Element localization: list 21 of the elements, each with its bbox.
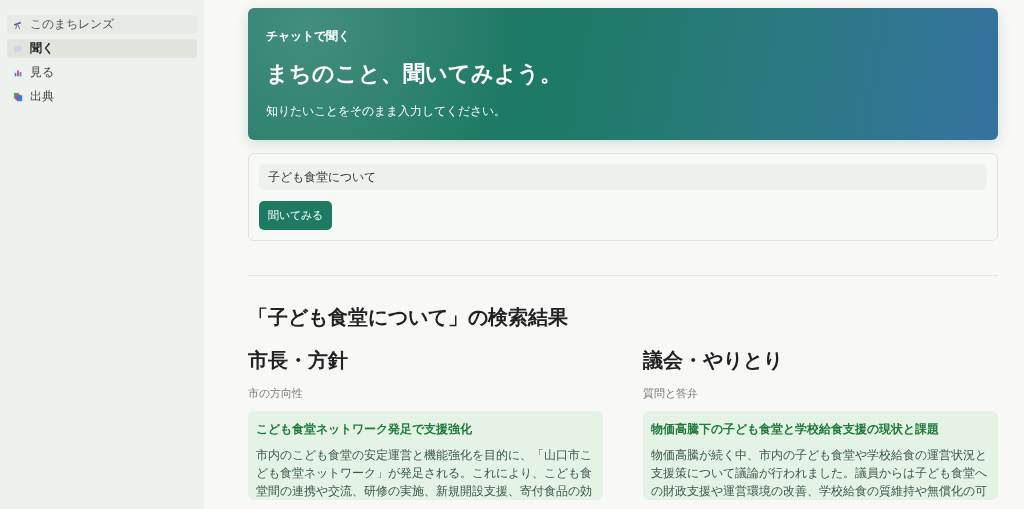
section-subtitle: 質問と答弁 xyxy=(643,386,699,401)
section-title: 議会・やりとり xyxy=(643,347,784,374)
results-heading: 「子ども食堂について」の検索結果 xyxy=(248,304,569,331)
section-subtitle: 市の方向性 xyxy=(248,386,304,401)
card-body: 市内のこども食堂の安定運営と機能強化を目的に、「山口市こども食堂ネットワーク」が発足される。これにより、こども食堂間の連携や交流、研修の実施、新規開設支援、寄付食品の効 xyxy=(256,447,593,500)
telescope-icon xyxy=(13,19,23,30)
hero-subtitle: 知りたいことをそのまま入力してください。 xyxy=(266,103,507,120)
sidebar-item[interactable]: 出典 xyxy=(7,87,197,106)
card-title: 物価高騰下の子ども食堂と学校給食支援の現状と課題 xyxy=(651,421,940,438)
section-title: 市長・方針 xyxy=(248,347,349,374)
bar-chart-icon xyxy=(13,67,23,78)
ask-button[interactable]: 聞いてみる xyxy=(259,201,332,230)
hero-eyebrow: チャットで聞く xyxy=(266,28,351,45)
sidebar-item[interactable]: 見る xyxy=(7,63,197,82)
search-field[interactable]: 子ども食堂について xyxy=(259,164,987,190)
card-title: こども食堂ネットワーク発足で支援強化 xyxy=(256,421,473,438)
app-brand: このまちレンズ xyxy=(7,15,197,34)
hero-title: まちのこと、聞いてみよう。 xyxy=(266,60,563,88)
sidebar-item[interactable]: 聞く xyxy=(7,39,197,58)
card-body: 物価高騰が続く中、市内の子ども食堂や学校給食の運営状況と支援策について議論が行われました。議員からは子ども食堂への財政支援や運営環境の改善、学校給食の質維持や無償化の可 xyxy=(651,447,988,500)
books-icon xyxy=(13,91,23,102)
